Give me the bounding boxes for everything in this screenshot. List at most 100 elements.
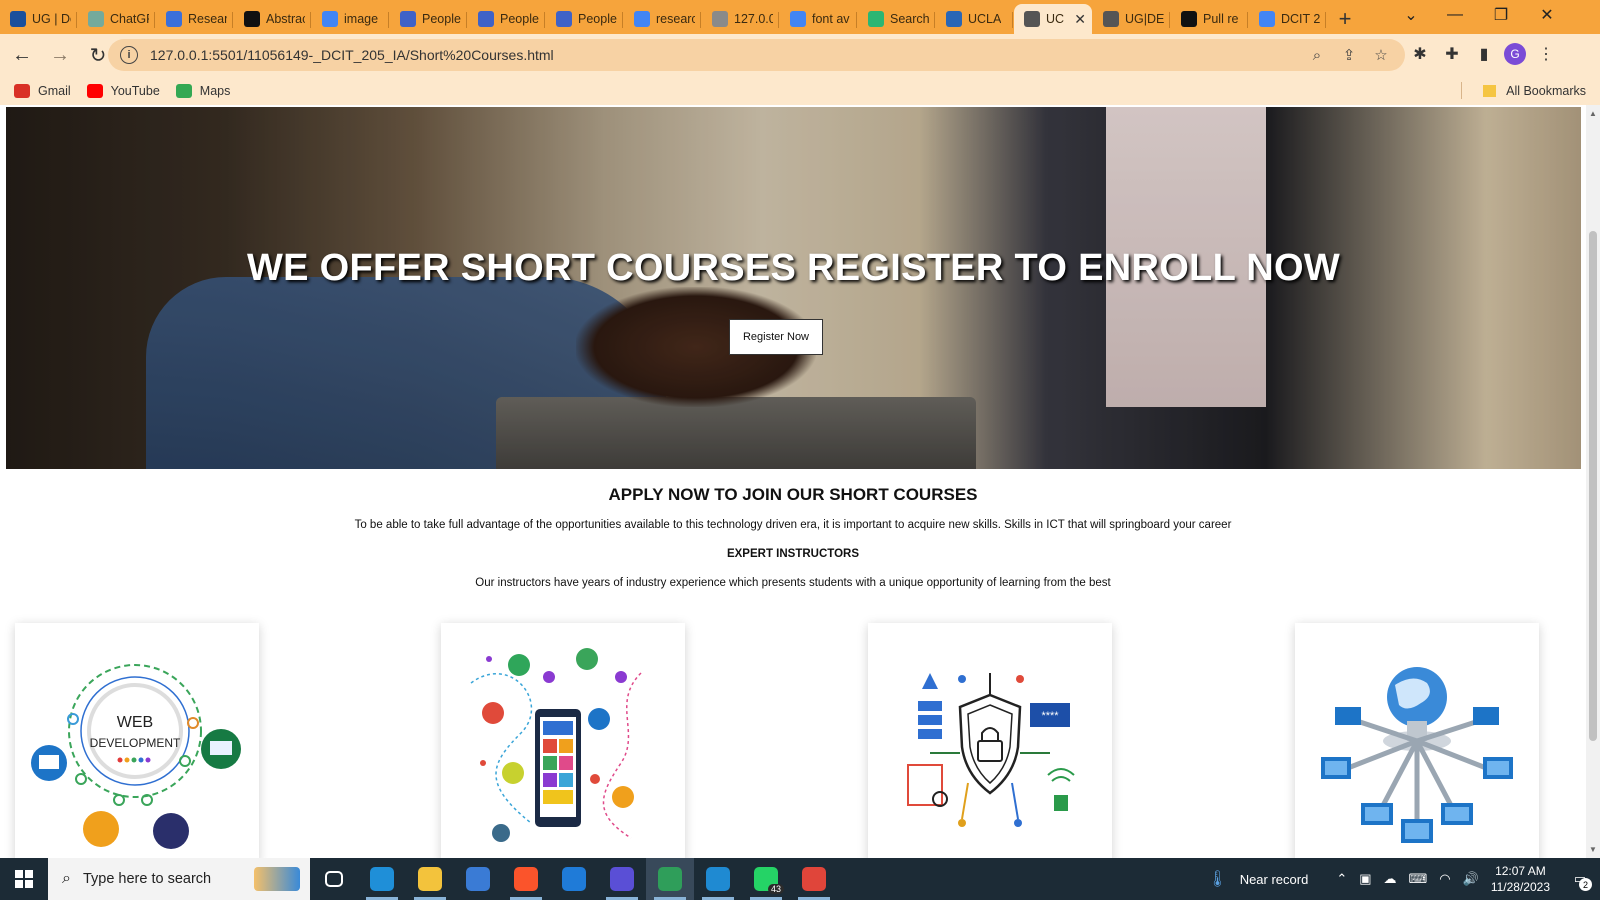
- course-card-cyber-security[interactable]: ****: [868, 623, 1112, 858]
- language-icon[interactable]: ⌨: [1409, 871, 1428, 887]
- bookmark-gmail[interactable]: Gmail: [14, 83, 71, 98]
- browser-tab[interactable]: 127.0.0: [702, 4, 779, 34]
- tab-title: People: [422, 12, 461, 26]
- browser-tab[interactable]: People: [546, 4, 623, 34]
- apply-title: APPLY NOW TO JOIN OUR SHORT COURSES: [608, 485, 978, 504]
- bookmark-label: YouTube: [110, 83, 160, 98]
- chatgpt-icon: [88, 11, 104, 27]
- extension-bug-icon[interactable]: ✱: [1408, 42, 1432, 66]
- new-tab-button[interactable]: +: [1327, 4, 1363, 34]
- taskbar-app-copilot[interactable]: [598, 858, 646, 900]
- onedrive-icon[interactable]: ☁: [1384, 871, 1397, 887]
- taskbar-app-snipping-tool[interactable]: [790, 858, 838, 900]
- system-tray: 🌡 Near record ⌃ ▣ ☁ ⌨ ◠ 🔊 12:07 AM 11/28…: [1201, 858, 1600, 900]
- browser-tab[interactable]: UC ✕: [1014, 4, 1092, 34]
- page-viewport: WE OFFER SHORT COURSES REGISTER TO ENROL…: [0, 105, 1586, 858]
- experts-text: Our instructors have years of industry e…: [475, 577, 1111, 589]
- taskbar-search-box[interactable]: ⌕ Type here to search: [48, 858, 310, 900]
- google-icon: [322, 11, 338, 27]
- scroll-up-arrow-icon[interactable]: ▲: [1588, 109, 1598, 118]
- taskbar-app-whatsapp[interactable]: 43: [742, 858, 790, 900]
- volume-icon[interactable]: 🔊: [1463, 871, 1479, 887]
- bookmark-youtube[interactable]: YouTube: [86, 83, 160, 98]
- taskbar-app-microsoft-store[interactable]: [454, 858, 502, 900]
- zoom-icon[interactable]: ⌕: [1308, 46, 1326, 64]
- taskbar-app-task-view[interactable]: [310, 858, 358, 900]
- folder-icon: [1483, 84, 1497, 97]
- all-bookmarks-button[interactable]: All Bookmarks: [1483, 76, 1586, 105]
- tab-title: Pull re: [1203, 12, 1239, 26]
- browser-tab[interactable]: DCIT 2: [1249, 4, 1326, 34]
- tab-title: researc: [656, 12, 695, 26]
- tab-title: font av: [812, 12, 850, 26]
- clock[interactable]: 12:07 AM 11/28/2023: [1491, 863, 1550, 895]
- scrollbar-thumb[interactable]: [1589, 231, 1597, 741]
- browser-tab[interactable]: UG | Do: [0, 4, 77, 34]
- course-card-web-development[interactable]: WEB DEVELOPMENT: [15, 623, 259, 858]
- tab-title: People: [578, 12, 617, 26]
- taskbar-app-chrome[interactable]: [646, 858, 694, 900]
- address-url[interactable]: 127.0.0.1:5501/11056149-_DCIT_205_IA/Sho…: [150, 47, 554, 63]
- clock-date: 11/28/2023: [1490, 880, 1550, 894]
- app-icon: [610, 867, 634, 891]
- show-hidden-icons-chevron-icon[interactable]: ⌃: [1336, 871, 1347, 887]
- taskbar-app-edge[interactable]: [358, 858, 406, 900]
- password-mask-text: ****: [1041, 710, 1059, 722]
- profile-avatar[interactable]: G: [1504, 43, 1526, 65]
- notification-center-button[interactable]: ▭ 2: [1560, 858, 1600, 900]
- menu-kebab-icon[interactable]: ⋮: [1534, 42, 1558, 66]
- taskbar-search-placeholder: Type here to search: [82, 871, 212, 887]
- browser-tab[interactable]: ChatGPT: [78, 4, 155, 34]
- site-info-icon[interactable]: i: [120, 46, 138, 64]
- bookmark-star-icon[interactable]: ☆: [1372, 46, 1390, 64]
- taskbar-app-mail[interactable]: [550, 858, 598, 900]
- restore-button[interactable]: ❐: [1478, 0, 1524, 30]
- tab-strip: UG | Do ChatGPT Researc Abstrac image People P…: [0, 0, 1600, 34]
- extensions-puzzle-icon[interactable]: ✚: [1440, 42, 1464, 66]
- minimize-button[interactable]: —: [1432, 0, 1478, 30]
- weather-text[interactable]: Near record: [1240, 872, 1309, 887]
- bookmark-maps[interactable]: Maps: [175, 83, 231, 98]
- scroll-down-arrow-icon[interactable]: ▼: [1588, 845, 1598, 854]
- browser-tab[interactable]: People: [390, 4, 467, 34]
- google-icon: [790, 11, 806, 27]
- people-icon: [556, 11, 572, 27]
- meet-now-icon[interactable]: ▣: [1359, 871, 1371, 887]
- start-button[interactable]: [0, 858, 48, 900]
- browser-tab[interactable]: UCLA: [936, 4, 1013, 34]
- share-icon[interactable]: ⇪: [1340, 46, 1358, 64]
- hero-banner: WE OFFER SHORT COURSES REGISTER TO ENROL…: [6, 107, 1581, 469]
- browser-tab[interactable]: image: [312, 4, 389, 34]
- browser-tab[interactable]: font av: [780, 4, 857, 34]
- close-window-button[interactable]: ✕: [1524, 0, 1570, 30]
- side-panel-icon[interactable]: ▮: [1472, 42, 1496, 66]
- browser-tab[interactable]: Pull re: [1171, 4, 1248, 34]
- address-bar[interactable]: i 127.0.0.1:5501/11056149-_DCIT_205_IA/S…: [108, 39, 1405, 71]
- browser-tab[interactable]: Researc: [156, 4, 233, 34]
- browser-tab[interactable]: People: [468, 4, 545, 34]
- course-card-networking[interactable]: [1295, 623, 1539, 858]
- wifi-icon[interactable]: ◠: [1439, 871, 1450, 887]
- forward-button[interactable]: →: [44, 39, 76, 71]
- browser-tab[interactable]: Abstrac: [234, 4, 311, 34]
- tab-search-chevron-icon[interactable]: ⌄: [1388, 0, 1434, 30]
- taskbar-app-vscode[interactable]: [694, 858, 742, 900]
- browser-tab[interactable]: Search: [858, 4, 935, 34]
- bookmark-label: Maps: [199, 83, 231, 98]
- course-card-mobile-apps[interactable]: [441, 623, 685, 858]
- browser-tab[interactable]: researc: [624, 4, 701, 34]
- unread-count-badge: 43: [767, 884, 784, 894]
- back-button[interactable]: ←: [6, 39, 38, 71]
- tab-title: Search: [890, 12, 929, 26]
- experts-title: EXPERT INSTRUCTORS: [726, 548, 860, 560]
- people-icon: [478, 11, 494, 27]
- chrome-icon: [658, 867, 682, 891]
- tab-title: UG | Do: [32, 12, 71, 26]
- browser-tab[interactable]: UG|DE: [1093, 4, 1170, 34]
- page-scrollbar[interactable]: ▲ ▼: [1586, 105, 1600, 858]
- taskbar-app-file-explorer[interactable]: [406, 858, 454, 900]
- taskbar-app-brave[interactable]: [502, 858, 550, 900]
- close-tab-icon[interactable]: ✕: [1074, 11, 1086, 28]
- register-now-button[interactable]: Register Now: [729, 319, 823, 355]
- tab-title: UG|DE: [1125, 12, 1164, 26]
